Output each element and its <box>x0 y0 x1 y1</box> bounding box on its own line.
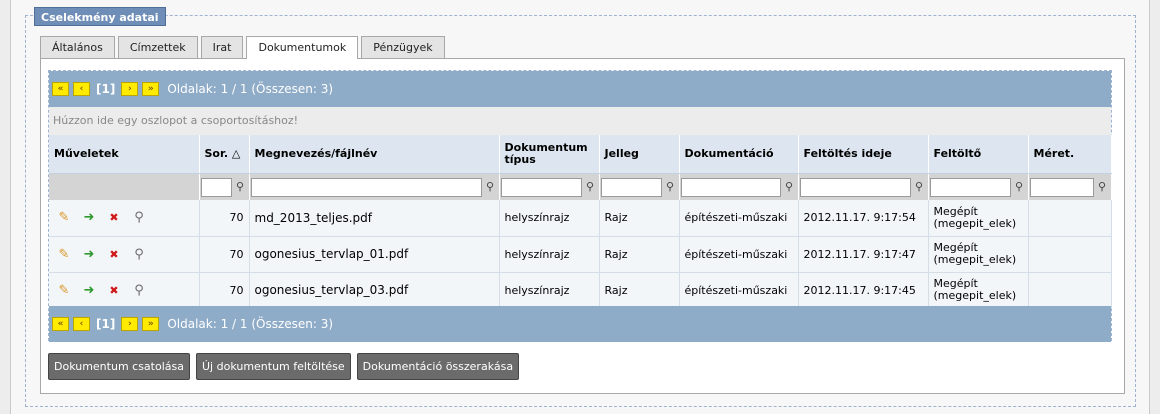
col-header-tipus[interactable]: Dokumentum típus <box>499 135 600 174</box>
group-by-area[interactable]: Húzzon ide egy oszlopot a csoportosításh… <box>49 107 1111 135</box>
pager-current-page[interactable]: [1] <box>96 82 115 96</box>
tab-irat[interactable]: Irat <box>200 36 244 58</box>
filter-icon[interactable]: ⚲ <box>584 180 597 193</box>
filter-icon[interactable]: ⚲ <box>484 180 497 193</box>
filter-input-tipus[interactable] <box>500 178 582 198</box>
arrow-icon[interactable]: ➜ <box>81 210 97 226</box>
section-title: Cselekmény adatai <box>34 7 166 26</box>
cell-meret <box>1028 272 1112 309</box>
cell-meret <box>1028 200 1112 237</box>
cell-filename: ogonesius_tervlap_03.pdf <box>249 272 500 309</box>
pager-last-button[interactable]: » <box>142 317 160 331</box>
arrow-icon[interactable]: ➜ <box>81 282 97 298</box>
tab-altalanos[interactable]: Általános <box>40 36 115 58</box>
filter-input-sor[interactable] <box>200 178 232 198</box>
filter-icon[interactable]: ⚲ <box>913 180 926 193</box>
magnifier-icon[interactable]: ⚲ <box>131 282 147 298</box>
pencil-icon[interactable]: ✎ <box>56 210 72 226</box>
action-buttons: Dokumentum csatolása Új dokumentum feltö… <box>48 353 520 380</box>
tab-cimzettek[interactable]: Címzettek <box>117 36 198 58</box>
filter-row: ⚲ ⚲ ⚲ ⚲ ⚲ ⚲ ⚲ ⚲ <box>49 173 1112 200</box>
pager-first-button[interactable]: « <box>52 82 69 96</box>
filter-cell-empty <box>49 173 200 200</box>
pager-next-button[interactable]: › <box>121 317 139 331</box>
cell-feltoltes-ideje: 2012.11.17. 9:17:47 <box>798 236 929 273</box>
pencil-icon[interactable]: ✎ <box>56 246 72 262</box>
arrow-icon[interactable]: ➜ <box>81 246 97 262</box>
col-header-dokumentacio[interactable]: Dokumentáció <box>679 135 799 174</box>
tab-bar: Általános Címzettek Irat Dokumentumok Pé… <box>40 36 448 59</box>
filter-input-feltolto[interactable] <box>929 178 1011 198</box>
cell-dokumentacio: építészeti-műszaki <box>679 200 799 237</box>
filter-input-meret[interactable] <box>1029 178 1094 198</box>
assemble-documentation-button[interactable]: Dokumentáció összerakása <box>356 353 520 380</box>
pager-last-button[interactable]: » <box>142 82 160 96</box>
filter-icon[interactable]: ⚲ <box>783 180 796 193</box>
pager-current-page[interactable]: [1] <box>96 317 115 331</box>
col-header-jelleg[interactable]: Jelleg <box>599 135 680 174</box>
cell-filename: ogonesius_tervlap_01.pdf <box>249 236 500 273</box>
tab-penzugyek[interactable]: Pénzügyek <box>361 36 445 58</box>
filter-input-megnevezes[interactable] <box>250 178 482 198</box>
delete-icon[interactable]: ✖ <box>106 246 122 262</box>
pager-info: Oldalak: 1 / 1 (Összesen: 3) <box>167 82 334 96</box>
table-row: ✎ ➜ ✖ ⚲ 70 md_2013_teljes.pdf helyszínra… <box>49 200 1112 237</box>
documents-table: Műveletek Sor. △ Megnevezés/fájlnév Doku… <box>49 135 1112 309</box>
col-header-muveletek: Műveletek <box>49 135 200 174</box>
pager-bottom: « ‹ [1] › » Oldalak: 1 / 1 (Összesen: 3) <box>49 306 1111 342</box>
magnifier-icon[interactable]: ⚲ <box>131 246 147 262</box>
upload-document-button[interactable]: Új dokumentum feltöltése <box>196 353 351 380</box>
cell-feltoltes-ideje: 2012.11.17. 9:17:45 <box>798 272 929 309</box>
col-header-meret[interactable]: Méret. <box>1028 135 1112 174</box>
cell-sor: 70 <box>199 272 250 309</box>
pager-prev-button[interactable]: ‹ <box>73 317 90 331</box>
delete-icon[interactable]: ✖ <box>106 210 122 226</box>
header-row: Műveletek Sor. △ Megnevezés/fájlnév Doku… <box>49 135 1112 174</box>
filter-icon[interactable]: ⚲ <box>1096 180 1109 193</box>
cell-dokumentacio: építészeti-műszaki <box>679 236 799 273</box>
cell-sor: 70 <box>199 200 250 237</box>
cell-tipus: helyszínrajz <box>499 272 600 309</box>
cell-dokumentacio: építészeti-műszaki <box>679 272 799 309</box>
filter-icon[interactable]: ⚲ <box>1013 180 1026 193</box>
filter-icon[interactable]: ⚲ <box>234 180 247 193</box>
documents-grid: « ‹ [1] › » Oldalak: 1 / 1 (Összesen: 3)… <box>48 70 1112 342</box>
table-row: ✎ ➜ ✖ ⚲ 70 ogonesius_tervlap_01.pdf hely… <box>49 236 1112 273</box>
pencil-icon[interactable]: ✎ <box>56 282 72 298</box>
filter-icon[interactable]: ⚲ <box>664 180 677 193</box>
col-header-sor[interactable]: Sor. △ <box>199 135 250 174</box>
cell-sor: 70 <box>199 236 250 273</box>
cell-tipus: helyszínrajz <box>499 200 600 237</box>
col-header-feltolto[interactable]: Feltöltő <box>928 135 1029 174</box>
cell-filename: md_2013_teljes.pdf <box>249 200 500 237</box>
col-header-feltoltes-ideje[interactable]: Feltöltés ideje <box>798 135 929 174</box>
table-row: ✎ ➜ ✖ ⚲ 70 ogonesius_tervlap_03.pdf hely… <box>49 272 1112 309</box>
magnifier-icon[interactable]: ⚲ <box>131 210 147 226</box>
filter-input-jelleg[interactable] <box>600 178 662 198</box>
filter-input-feltoltes-ideje[interactable] <box>799 178 911 198</box>
cell-feltolto: Megépít (megepit_elek) <box>928 236 1029 273</box>
pager-next-button[interactable]: › <box>121 82 139 96</box>
pager-info: Oldalak: 1 / 1 (Összesen: 3) <box>167 317 334 331</box>
cell-feltoltes-ideje: 2012.11.17. 9:17:54 <box>798 200 929 237</box>
cell-meret <box>1028 236 1112 273</box>
cell-feltolto: Megépít (megepit_elek) <box>928 272 1029 309</box>
tab-dokumentumok[interactable]: Dokumentumok <box>246 36 359 59</box>
cell-jelleg: Rajz <box>599 272 680 309</box>
cell-jelleg: Rajz <box>599 236 680 273</box>
col-header-megnevezes[interactable]: Megnevezés/fájlnév <box>249 135 500 174</box>
pager-top: « ‹ [1] › » Oldalak: 1 / 1 (Összesen: 3) <box>49 71 1111 107</box>
pager-first-button[interactable]: « <box>52 317 69 331</box>
delete-icon[interactable]: ✖ <box>106 282 122 298</box>
attach-document-button[interactable]: Dokumentum csatolása <box>48 353 190 380</box>
cell-tipus: helyszínrajz <box>499 236 600 273</box>
cell-jelleg: Rajz <box>599 200 680 237</box>
filter-input-dokumentacio[interactable] <box>680 178 781 198</box>
pager-prev-button[interactable]: ‹ <box>73 82 90 96</box>
cell-feltolto: Megépít (megepit_elek) <box>928 200 1029 237</box>
